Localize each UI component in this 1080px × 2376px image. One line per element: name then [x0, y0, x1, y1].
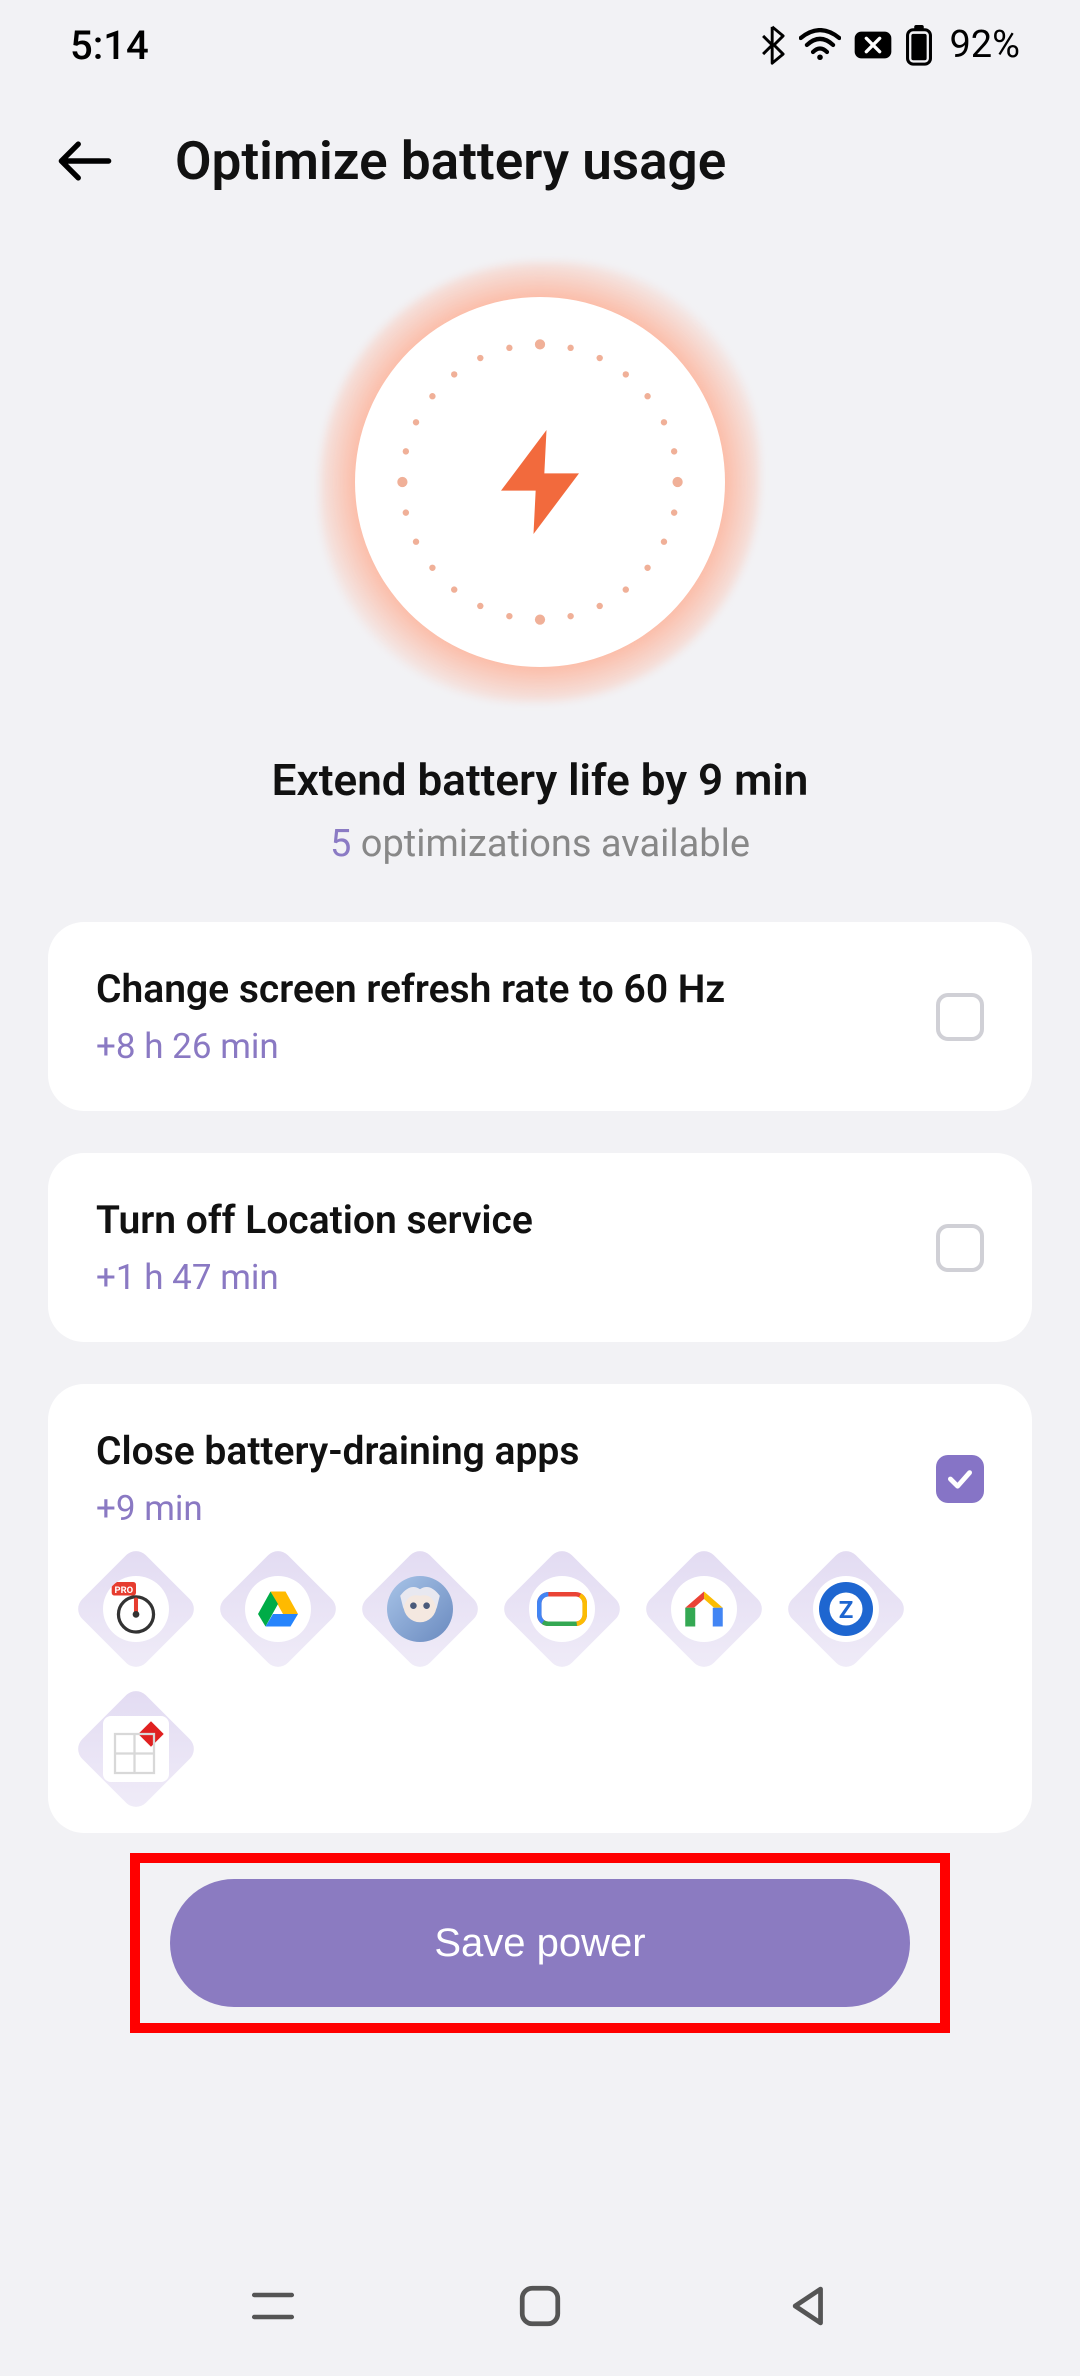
check-icon	[944, 1463, 976, 1495]
status-indicators: 92%	[761, 23, 1020, 67]
status-time: 5:14	[70, 22, 149, 69]
navigation-bar	[0, 2236, 1080, 2376]
header: Optimize battery usage	[0, 90, 1080, 212]
app-icon-row: PRO Z	[96, 1569, 984, 1789]
optimization-title: Turn off Location service	[96, 1197, 936, 1243]
optimization-title: Change screen refresh rate to 60 Hz	[96, 966, 936, 1012]
app-icon-speedometer-pro[interactable]: PRO	[96, 1569, 176, 1649]
home-icon	[518, 2284, 562, 2328]
dnd-icon	[853, 29, 893, 61]
checkbox-checked[interactable]	[936, 1455, 984, 1503]
nav-back[interactable]	[772, 2271, 842, 2341]
svg-text:PRO: PRO	[115, 1585, 134, 1596]
optimization-refresh-rate[interactable]: Change screen refresh rate to 60 Hz +8 h…	[48, 922, 1032, 1111]
checkbox[interactable]	[936, 993, 984, 1041]
app-icon-health-app[interactable]	[96, 1709, 176, 1789]
battery-icon	[905, 24, 933, 66]
hero-subtitle: 5 optimizations available	[330, 822, 750, 866]
arrow-left-icon	[58, 140, 112, 182]
back-triangle-icon	[787, 2284, 827, 2328]
page-title: Optimize battery usage	[175, 130, 726, 192]
hero-graphic	[320, 262, 760, 702]
app-icon-google-home[interactable]	[664, 1569, 744, 1649]
wifi-icon	[799, 28, 841, 62]
bluetooth-icon	[761, 25, 787, 65]
checkbox[interactable]	[936, 1224, 984, 1272]
app-icon-google-drive[interactable]	[238, 1569, 318, 1649]
optimization-list: Change screen refresh rate to 60 Hz +8 h…	[0, 866, 1080, 1833]
app-icon-google-tv[interactable]	[522, 1569, 602, 1649]
nav-home[interactable]	[505, 2271, 575, 2341]
optimization-gain: +1 h 47 min	[96, 1257, 936, 1298]
optimization-gain: +8 h 26 min	[96, 1026, 936, 1067]
optimization-title: Close battery-draining apps	[96, 1428, 936, 1474]
nav-recents[interactable]	[238, 2271, 308, 2341]
optimization-close-apps[interactable]: Close battery-draining apps +9 min PRO Z	[48, 1384, 1032, 1833]
hero-section: Extend battery life by 9 min 5 optimizat…	[0, 212, 1080, 866]
highlight-box	[130, 1853, 950, 2033]
save-power-container: Save power	[170, 1879, 910, 2007]
app-icon-anime-game[interactable]	[380, 1569, 460, 1649]
optimization-location[interactable]: Turn off Location service +1 h 47 min	[48, 1153, 1032, 1342]
battery-percent: 92%	[949, 23, 1020, 67]
app-icon-z-app[interactable]: Z	[806, 1569, 886, 1649]
hero-title: Extend battery life by 9 min	[272, 754, 809, 806]
bolt-icon	[475, 417, 605, 547]
back-button[interactable]	[55, 131, 115, 191]
status-bar: 5:14 92%	[0, 0, 1080, 90]
optimization-gain: +9 min	[96, 1488, 936, 1529]
svg-text:Z: Z	[839, 1596, 854, 1624]
recents-icon	[251, 2288, 295, 2324]
